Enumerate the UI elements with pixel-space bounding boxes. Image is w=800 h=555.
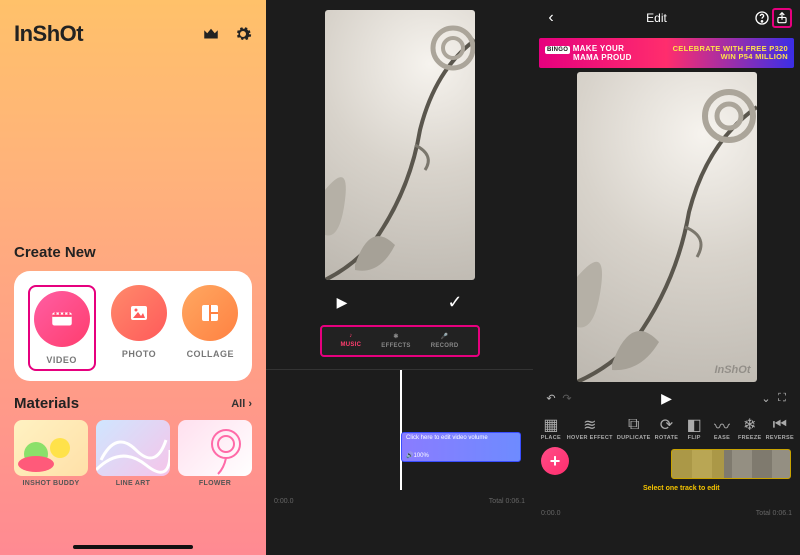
gear-icon[interactable] (234, 25, 252, 43)
ad-text-1: MAKE YOUR (573, 44, 624, 53)
brand-logo: InShOt (14, 21, 83, 47)
tab-music[interactable]: ♪ MUSIC (340, 333, 361, 349)
photo-tile-label: PHOTO (122, 349, 156, 359)
place-icon: ▦ (542, 417, 560, 433)
time-total: Total 0:06.1 (756, 510, 792, 517)
ad-text-2: MAMA PROUD (573, 53, 632, 62)
track-area[interactable]: + Select one track to edit 0:00.0 Total … (533, 443, 800, 521)
tool-hover-effect[interactable]: ≋HOVER EFFECT (567, 417, 613, 441)
video-preview[interactable]: InShOt (577, 72, 757, 382)
volume-hint: Click here to edit video volume (406, 435, 516, 441)
material-label: LINE ART (116, 480, 150, 487)
video-tile-label: VIDEO (46, 355, 77, 365)
undo-button[interactable]: ↶ (543, 391, 559, 407)
ad-text-4: WIN P54 MILLION (721, 52, 788, 61)
home-indicator (73, 545, 193, 549)
video-icon (34, 291, 90, 347)
playhead[interactable] (400, 370, 402, 490)
create-new-heading: Create New (14, 244, 252, 261)
reverse-icon: ⏮ (771, 417, 789, 433)
tool-rotate[interactable]: ⟳ROTATE (655, 417, 679, 441)
home-top-bar: InShOt (14, 14, 252, 54)
collapse-icon[interactable]: ⌄ (758, 391, 774, 407)
tab-label: EFFECTS (381, 343, 410, 349)
tool-reverse[interactable]: ⏮REVERSE (766, 417, 794, 441)
collage-icon (182, 285, 238, 341)
music-editor-pane: ▶ ✓ ♪ MUSIC ✱ EFFECTS 🎤 RECORD Click her… (266, 0, 533, 555)
rotate-icon: ⟳ (657, 417, 675, 433)
home-pane: InShOt Create New VIDEO PHOTO (0, 0, 266, 555)
material-item[interactable]: LINE ART (96, 420, 170, 487)
hover-effect-icon: ≋ (581, 417, 599, 433)
edit-header: ‹ Edit (533, 0, 800, 36)
play-button[interactable]: ▶ (661, 390, 672, 406)
play-button[interactable]: ▶ (337, 294, 348, 311)
tool-flip[interactable]: ◧FLIP (682, 417, 706, 441)
video-tile[interactable]: VIDEO (28, 285, 96, 371)
tab-label: RECORD (431, 343, 459, 349)
materials-list[interactable]: INSHOT BUDDY LINE ART FLOWER (14, 420, 252, 487)
tool-ease[interactable]: 〰EASE (710, 417, 734, 441)
add-button[interactable]: + (541, 447, 569, 475)
select-hint: Select one track to edit (643, 485, 720, 492)
watermark[interactable]: InShOt (714, 364, 750, 376)
time-current: 0:00.0 (274, 498, 293, 505)
back-button[interactable]: ‹ (541, 8, 561, 28)
share-button[interactable] (772, 8, 792, 28)
flip-icon: ◧ (685, 417, 703, 433)
timeline[interactable]: Click here to edit video volume 🔊100% 0:… (266, 369, 533, 509)
ad-banner[interactable]: BINGO MAKE YOUR MAMA PROUD CELEBRATE WIT… (539, 38, 794, 68)
time-total: Total 0:06.1 (489, 498, 525, 505)
materials-all-link[interactable]: All › (231, 398, 252, 410)
material-label: INSHOT BUDDY (23, 480, 80, 487)
video-preview[interactable] (325, 10, 475, 280)
edit-pane: ‹ Edit BINGO MAKE YOUR MAMA PROUD CELEBR… (533, 0, 800, 555)
audio-tabs: ♪ MUSIC ✱ EFFECTS 🎤 RECORD (320, 325, 480, 357)
time-current: 0:00.0 (541, 510, 560, 517)
create-new-card: VIDEO PHOTO COLLAGE (14, 271, 252, 381)
tool-bar: ▦PLACE ≋HOVER EFFECT ⧉DUPLICATE ⟳ROTATE … (533, 415, 800, 443)
tab-effects[interactable]: ✱ EFFECTS (381, 333, 410, 349)
collage-tile[interactable]: COLLAGE (182, 285, 238, 371)
microphone-icon: 🎤 (441, 333, 449, 340)
tool-freeze[interactable]: ❄FREEZE (738, 417, 762, 441)
materials-heading: Materials (14, 395, 79, 412)
photo-icon (111, 285, 167, 341)
collage-tile-label: COLLAGE (187, 349, 235, 359)
redo-button[interactable]: ↷ (559, 391, 575, 407)
fullscreen-button[interactable]: ⛶ (774, 391, 790, 407)
ease-icon: 〰 (713, 417, 731, 433)
confirm-button[interactable]: ✓ (447, 292, 462, 313)
duplicate-icon: ⧉ (625, 417, 643, 433)
help-button[interactable] (752, 8, 772, 28)
tool-duplicate[interactable]: ⧉DUPLICATE (617, 417, 651, 441)
volume-clip[interactable]: Click here to edit video volume 🔊100% (401, 432, 521, 462)
tab-label: MUSIC (340, 342, 361, 348)
sparkle-icon: ✱ (393, 333, 398, 340)
tool-place[interactable]: ▦PLACE (539, 417, 563, 441)
freeze-icon: ❄ (741, 417, 759, 433)
volume-value: 🔊100% (406, 452, 516, 459)
material-item[interactable]: INSHOT BUDDY (14, 420, 88, 487)
page-title: Edit (561, 11, 752, 25)
material-item[interactable]: FLOWER (178, 420, 252, 487)
material-label: FLOWER (199, 480, 231, 487)
video-clip[interactable] (671, 449, 791, 479)
tab-record[interactable]: 🎤 RECORD (431, 333, 459, 349)
crown-icon[interactable] (202, 25, 220, 43)
photo-tile[interactable]: PHOTO (111, 285, 167, 371)
music-note-icon: ♪ (349, 333, 352, 339)
